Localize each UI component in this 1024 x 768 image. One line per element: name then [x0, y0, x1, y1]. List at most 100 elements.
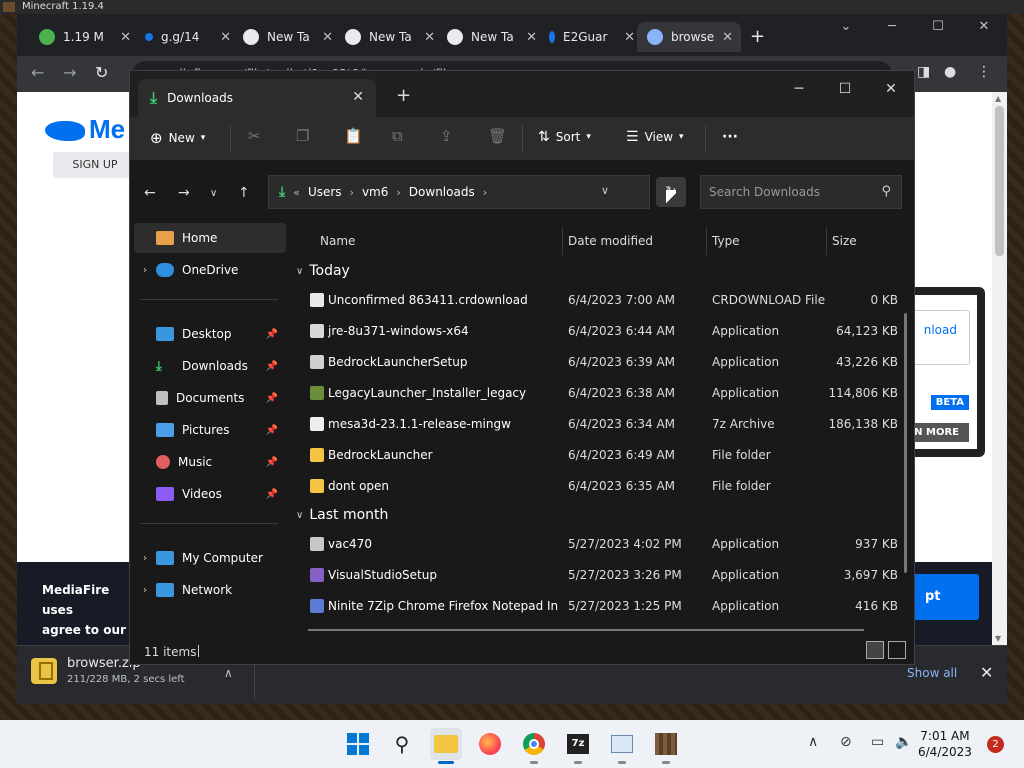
back-icon[interactable]: ← [31, 63, 44, 82]
breadcrumb-vm6[interactable]: vm6 [362, 185, 388, 199]
file-row[interactable]: Unconfirmed 863411.crdownload 6/4/2023 7:… [290, 285, 900, 316]
minimize-icon[interactable]: ─ [869, 16, 915, 42]
close-icon[interactable]: ✕ [526, 30, 537, 45]
cut-icon[interactable]: ✂ [248, 127, 261, 145]
pin-icon[interactable]: 📌 [266, 393, 278, 404]
forward-arrow-icon[interactable]: → [178, 185, 190, 201]
taskbar-7zip[interactable]: 7z [562, 728, 594, 764]
close-icon[interactable]: ✕ [424, 30, 435, 45]
sort-button[interactable]: ⇅ Sort ▾ [538, 129, 591, 145]
column-divider[interactable] [706, 227, 707, 255]
sidebar-item-music[interactable]: Music 📌 [134, 447, 286, 477]
file-row[interactable]: BedrockLauncherSetup 6/4/2023 6:39 AM Appl… [290, 347, 900, 378]
file-row[interactable]: LegacyLauncher_Installer_legacy 6/4/2023 … [290, 378, 900, 409]
back-arrow-icon[interactable]: ← [144, 185, 156, 201]
pin-icon[interactable]: 📌 [266, 361, 278, 372]
chevron-up-icon[interactable]: ∧ [224, 666, 233, 680]
close-icon[interactable]: ✕ [868, 75, 914, 103]
pin-icon[interactable]: 📌 [266, 457, 278, 468]
start-button[interactable] [342, 728, 374, 760]
browser-tab-7-active[interactable]: browse ✕ [637, 22, 741, 52]
sidebar-item-pictures[interactable]: Pictures 📌 [134, 415, 286, 445]
browser-tab-3[interactable]: New Ta ✕ [233, 22, 333, 52]
new-button[interactable]: ⊕ New ▾ [150, 129, 205, 147]
taskbar-file-explorer[interactable] [430, 728, 462, 764]
file-row[interactable]: Ninite 7Zip Chrome Firefox Notepad Inst.… [290, 591, 900, 622]
group-header-last-month[interactable]: ∨ Last month [296, 507, 388, 523]
close-icon[interactable]: ✕ [961, 16, 1007, 42]
up-arrow-icon[interactable]: ↑ [238, 185, 250, 201]
chevron-down-icon[interactable]: ∨ [601, 184, 609, 197]
mediafire-logo[interactable]: Me [45, 114, 125, 145]
chevron-right-icon[interactable]: › [396, 186, 400, 199]
column-header-date[interactable]: Date modified [568, 223, 653, 259]
sidebar-item-documents[interactable]: Documents 📌 [134, 383, 286, 413]
paste-icon[interactable]: 📋 [344, 127, 363, 145]
file-row[interactable]: vac470 5/27/2023 4:02 PM Application 937 KB [290, 529, 900, 560]
file-row[interactable]: jre-8u371-windows-x64 6/4/2023 6:44 AM App… [290, 316, 900, 347]
minimize-icon[interactable]: ─ [776, 75, 822, 103]
column-divider[interactable] [562, 227, 563, 255]
chevron-right-icon[interactable]: › [350, 186, 354, 199]
pin-icon[interactable]: 📌 [266, 329, 278, 340]
clock[interactable]: 7:01 AM 6/4/2023 [918, 728, 972, 760]
maximize-icon[interactable]: ☐ [915, 16, 961, 42]
sidebar-item-onedrive[interactable]: › OneDrive [134, 255, 286, 285]
taskbar-task-manager[interactable] [606, 728, 638, 764]
group-header-today[interactable]: ∨ Today [296, 263, 350, 279]
new-tab-button[interactable]: + [396, 85, 411, 106]
browser-tab-5[interactable]: New Ta ✕ [437, 22, 537, 52]
chevron-right-icon[interactable]: › [134, 585, 156, 596]
breadcrumb-downloads[interactable]: Downloads [409, 185, 475, 199]
explorer-tab-downloads[interactable]: ⤓ Downloads ✕ [138, 79, 376, 117]
file-list-hscrollbar[interactable] [308, 629, 864, 631]
explorer-address-bar[interactable]: ⤓ « Users › vm6 › Downloads › ∨ [268, 175, 650, 209]
chevron-right-icon[interactable]: › [134, 265, 156, 276]
column-header-type[interactable]: Type [712, 223, 740, 259]
menu-icon[interactable]: ⋮ [977, 64, 991, 80]
close-icon[interactable]: ✕ [624, 30, 635, 45]
more-options-icon[interactable]: ··· [722, 129, 738, 145]
file-row[interactable]: mesa3d-23.1.1-release-mingw 6/4/2023 6:34… [290, 409, 900, 440]
sidebar-item-network[interactable]: › Network [134, 575, 286, 605]
overflow-chevron-icon[interactable]: « [293, 186, 300, 199]
close-icon[interactable]: ✕ [120, 30, 131, 45]
file-row[interactable]: dont open 6/4/2023 6:35 AM File folder [290, 471, 900, 502]
view-button[interactable]: ☰ View ▾ [626, 129, 684, 145]
network-disconnected-icon[interactable]: ⊘ [840, 734, 852, 750]
browser-tab-1[interactable]: 1.19 M ✕ [29, 22, 131, 52]
rename-icon[interactable]: ⧉ [392, 127, 403, 145]
sidebar-item-downloads[interactable]: ⤓ Downloads 📌 [134, 351, 286, 381]
taskbar-firefox[interactable] [474, 728, 506, 760]
sidebar-item-home[interactable]: Home [134, 223, 286, 253]
profile-icon[interactable]: ● [944, 64, 956, 80]
search-input[interactable]: Search Downloads ⚲ [700, 175, 902, 209]
show-all-link[interactable]: Show all [907, 666, 957, 680]
notification-badge[interactable]: 2 [987, 736, 1004, 753]
file-list-scrollbar[interactable] [904, 313, 907, 573]
close-icon[interactable]: ✕ [980, 663, 993, 682]
chevron-right-icon[interactable]: › [134, 553, 156, 564]
pin-icon[interactable]: 📌 [266, 425, 278, 436]
chevron-right-icon[interactable]: › [483, 186, 487, 199]
sidebar-item-my-computer[interactable]: › My Computer [134, 543, 286, 573]
recent-locations-icon[interactable]: ∨ [210, 188, 217, 199]
signup-button[interactable]: SIGN UP [53, 152, 137, 178]
reload-icon[interactable]: ↻ [95, 63, 108, 82]
scroll-up-icon[interactable]: ▲ [995, 94, 1001, 103]
maximize-icon[interactable]: ☐ [822, 75, 868, 103]
column-header-name[interactable]: Name [320, 223, 355, 259]
taskbar-minecraft[interactable] [650, 728, 682, 764]
sidebar-item-videos[interactable]: Videos 📌 [134, 479, 286, 509]
column-header-size[interactable]: Size [832, 223, 857, 259]
new-tab-button[interactable]: + [750, 26, 765, 47]
search-button[interactable]: ⚲ [386, 728, 418, 760]
file-row[interactable]: VisualStudioSetup 5/27/2023 3:26 PM Applic… [290, 560, 900, 591]
browser-tab-2[interactable]: g.g/14 ✕ [135, 22, 231, 52]
forward-icon[interactable]: → [63, 63, 76, 82]
monitor-icon[interactable]: ▭ [871, 734, 884, 750]
tiles-view-icon[interactable] [888, 641, 906, 659]
tab-search-icon[interactable]: ⌄ [823, 16, 869, 42]
close-icon[interactable]: ✕ [220, 30, 231, 45]
pin-icon[interactable]: 📌 [266, 489, 278, 500]
